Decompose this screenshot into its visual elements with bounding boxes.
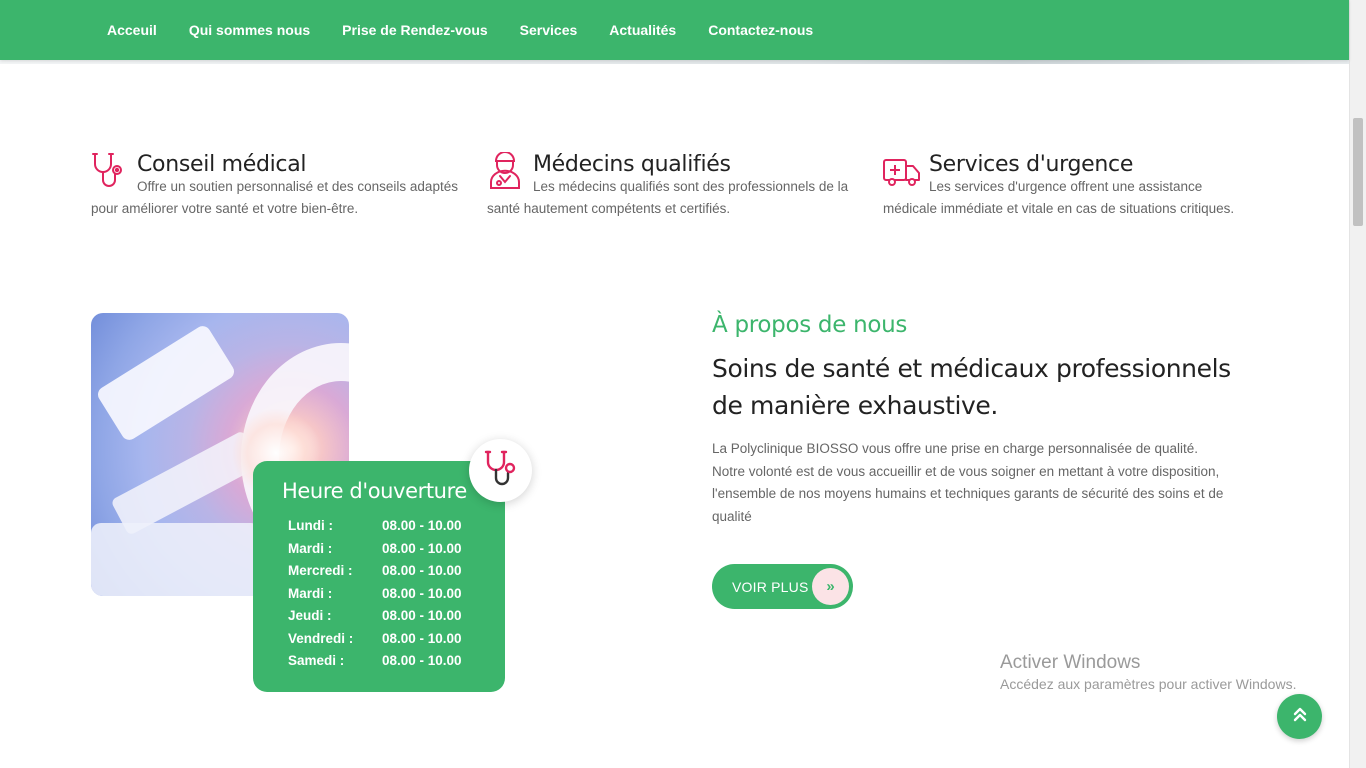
windows-activation-subtitle: Accédez aux paramètres pour activer Wind… [1000,676,1297,692]
feature-title: Conseil médical [137,152,307,177]
about-title: Soins de santé et médicaux professionnel… [712,354,1231,420]
hours-day: Lundi : [288,518,333,533]
hours-day: Mardi : [288,540,333,556]
hours-time: 08.00 - 10.00 [382,563,462,578]
hours-time: 08.00 - 10.00 [382,540,462,556]
hours-row: Mercredi : 08.00 - 10.00 [282,560,505,583]
nav-item-actualites[interactable]: Actualités [593,22,692,38]
hours-time: 08.00 - 10.00 [382,608,462,623]
scrollbar-thumb[interactable] [1353,118,1363,226]
nav-item-qui-sommes-nous[interactable]: Qui sommes nous [173,22,326,38]
feature-text: Les médecins qualifiés sont des professi… [487,179,849,216]
hours-row: Vendredi : 08.00 - 10.00 [282,628,505,651]
page-scrollbar[interactable] [1349,0,1366,768]
hours-day: Mercredi : [288,563,353,578]
windows-activation-title: Activer Windows [1000,652,1141,673]
hero-image-strip [0,60,1349,64]
ambulance-icon [883,152,920,190]
nav-list: Acceuil Qui sommes nous Prise de Rendez-… [91,0,829,60]
feature-text: Offre un soutien personnalisé et des con… [91,179,458,216]
hours-row: Mardi : 08.00 - 10.00 [282,538,505,561]
hours-row: Mardi : 08.00 - 10.00 [282,583,505,606]
feature-title: Médecins qualifiés [533,152,731,177]
hours-row: Jeudi : 08.00 - 10.00 [282,605,505,628]
nav-item-acceuil[interactable]: Acceuil [91,22,173,38]
about-subtitle: À propos de nous [712,312,908,338]
stethoscope-badge [469,439,532,502]
opening-hours-card: Heure d'ouverture Lundi : 08.00 - 10.00 … [253,461,505,692]
hours-day: Mardi : [288,585,333,601]
back-to-top-button[interactable] [1277,694,1322,739]
feature-conseil-medical: Conseil médical Offre un soutien personn… [91,152,461,220]
about-description: La Polyclinique BIOSSO vous offre une pr… [712,441,1224,524]
main-navbar: Acceuil Qui sommes nous Prise de Rendez-… [0,0,1349,60]
hours-time: 08.00 - 10.00 [382,518,462,533]
feature-title: Services d'urgence [929,152,1134,177]
feature-services-urgence: Services d'urgence Les services d'urgenc… [883,152,1253,220]
hours-day: Vendredi : [288,630,354,646]
nav-item-rendez-vous[interactable]: Prise de Rendez-vous [326,22,504,38]
hours-row: Samedi : 08.00 - 10.00 [282,650,505,673]
hours-row: Lundi : 08.00 - 10.00 [282,515,505,538]
hours-time: 08.00 - 10.00 [382,653,462,668]
voir-plus-button[interactable]: VOIR PLUS » [712,564,853,609]
hours-time: 08.00 - 10.00 [382,585,462,601]
nav-item-contact[interactable]: Contactez-nous [692,22,829,38]
hours-time: 08.00 - 10.00 [382,630,462,646]
chevrons-up-icon [1292,706,1308,727]
hours-day: Samedi : [288,653,345,668]
stethoscope-icon [483,449,519,492]
nav-item-services[interactable]: Services [504,22,594,38]
voir-plus-label: VOIR PLUS [732,578,809,595]
doctor-icon [487,151,523,190]
feature-text: Les services d'urgence offrent une assis… [883,179,1235,216]
double-chevron-right-icon: » [812,568,849,605]
feature-medecins-qualifies: Médecins qualifiés Les médecins qualifié… [487,151,857,220]
hours-day: Jeudi : [288,608,332,623]
stethoscope-icon [91,152,127,190]
